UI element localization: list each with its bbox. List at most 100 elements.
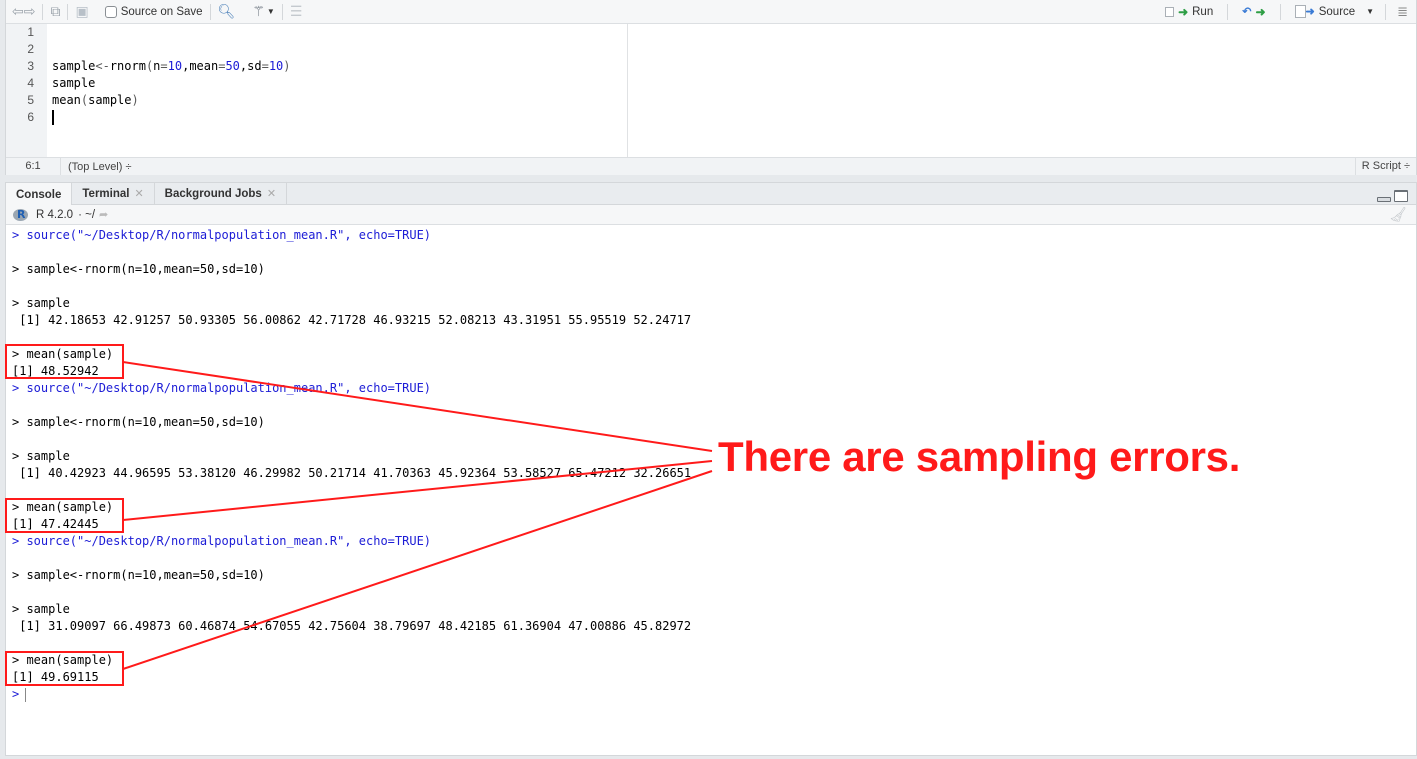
working-directory[interactable]: · ~/	[78, 209, 95, 221]
line-number: 1	[27, 25, 34, 39]
source-button[interactable]: ➜ Source	[1292, 5, 1359, 18]
magnifier-icon[interactable]: 🔍︎	[218, 3, 236, 21]
tab-console[interactable]: Console	[6, 183, 73, 206]
chevron-down-icon[interactable]: ▼	[267, 3, 275, 21]
editor-toolbar: ⇦ ⇨ ⧉ ▣ Source on Save 🔍︎ ⚚ ▼ ☰ ➜ Run ↶ ➜	[6, 0, 1416, 24]
toolbar-divider	[1385, 3, 1387, 20]
rerun-button[interactable]: ↶ ➜	[1239, 5, 1268, 19]
code-line-current[interactable]	[52, 109, 627, 126]
source-on-save-toggle[interactable]: Source on Save	[104, 5, 203, 18]
console-echo-line: > source("~/Desktop/R/normalpopulation_m…	[12, 381, 432, 395]
console-command-line: > sample<-rnorm(n=10,mean=50,sd=10)	[12, 568, 265, 582]
tab-label: Console	[16, 188, 62, 201]
go-to-directory-icon[interactable]: ➦	[99, 208, 108, 221]
tab-label: Terminal	[82, 188, 130, 200]
console-command-line: > mean(sample)	[12, 500, 114, 514]
toolbar-divider	[67, 3, 69, 20]
text-cursor	[52, 110, 54, 125]
mean-output-line: [1] 47.42445	[12, 517, 99, 531]
console-command-line: > sample<-rnorm(n=10,mean=50,sd=10)	[12, 415, 265, 429]
mean-output-line: [1] 48.52942	[12, 364, 99, 378]
line-number: 3	[27, 59, 34, 73]
editor-status-bar: 6:1 (Top Level) ÷ R Script ÷	[6, 157, 1416, 175]
outline-icon[interactable]: ≣	[1397, 3, 1408, 21]
line-number: 2	[27, 42, 34, 56]
source-arrow-icon: ➜	[1305, 6, 1315, 18]
cursor-position: 6:1	[6, 158, 61, 175]
scope-selector[interactable]: (Top Level) ÷	[61, 161, 132, 173]
line-number: 6	[27, 110, 34, 124]
sample-output-line: [1] 31.09097 66.49873 60.46874 54.67055 …	[12, 619, 692, 633]
run-arrow-icon: ➜	[1178, 4, 1189, 19]
toolbar-divider	[42, 3, 44, 20]
r-version: R 4.2.0	[36, 208, 74, 221]
clear-console-broom-icon[interactable]: 🧹︎	[1389, 206, 1407, 223]
source-on-save-checkbox[interactable]	[104, 5, 117, 18]
document-icon	[1294, 5, 1306, 18]
run-button[interactable]: ➜ Run	[1162, 5, 1216, 19]
toolbar-divider	[96, 4, 98, 20]
source-dropdown-chevron-icon[interactable]: ▼	[1366, 3, 1374, 21]
toolbar-divider	[242, 4, 245, 20]
code-editor[interactable]: 1 2 3 4 5 6 sample<-rnorm(n=10,mean=50,s…	[6, 24, 1416, 157]
code-content[interactable]: sample<-rnorm(n=10,mean=50,sd=10) sample…	[52, 24, 627, 126]
r-logo-icon: R	[13, 208, 28, 221]
minimize-pane-icon[interactable]	[1377, 197, 1391, 202]
code-line[interactable]: mean(sample)	[52, 92, 627, 109]
console-prompt: >	[12, 687, 20, 701]
tab-label: Background Jobs	[164, 188, 262, 200]
annotation-label: There are sampling errors.	[718, 433, 1241, 480]
print-margin	[627, 24, 628, 157]
code-line[interactable]: sample<-rnorm(n=10,mean=50,sd=10)	[52, 58, 627, 75]
tab-background-jobs[interactable]: Background Jobs ✕	[155, 183, 288, 205]
rerun-icon: ↶	[1242, 6, 1252, 18]
line-number: 5	[27, 93, 34, 107]
run-label: Run	[1192, 5, 1214, 18]
save-icon[interactable]: ▣	[75, 3, 88, 21]
console-info-bar: R R 4.2.0 · ~/ ➦ 🧹︎	[6, 205, 1416, 225]
back-arrow-icon[interactable]: ⇦	[12, 3, 24, 21]
sample-output-line: [1] 42.18653 42.91257 50.93305 56.00862 …	[12, 313, 692, 327]
source-label: Source	[1318, 5, 1356, 18]
console-command-line: > sample<-rnorm(n=10,mean=50,sd=10)	[12, 262, 265, 276]
run-arrow-icon: ➜	[1255, 4, 1266, 19]
notebook-icon[interactable]: ☰	[290, 3, 303, 21]
maximize-pane-icon[interactable]	[1394, 190, 1408, 202]
file-type-selector[interactable]: R Script ÷	[1354, 158, 1416, 175]
console-echo-line: > source("~/Desktop/R/normalpopulation_m…	[12, 534, 432, 548]
forward-arrow-icon[interactable]: ⇨	[24, 3, 36, 21]
source-on-save-label: Source on Save	[120, 5, 203, 18]
editor-toolbar-right: ➜ Run ↶ ➜ ➜ Source ▼ ≣	[1162, 3, 1416, 21]
console-input-line[interactable]: >	[12, 686, 1416, 703]
source-editor-pane: ⇦ ⇨ ⧉ ▣ Source on Save 🔍︎ ⚚ ▼ ☰ ➜ Run ↶ ➜	[5, 0, 1417, 175]
code-line[interactable]	[52, 24, 627, 41]
close-icon[interactable]: ✕	[134, 183, 143, 205]
line-number: 4	[27, 76, 34, 90]
console-command-line: > sample	[12, 296, 70, 310]
console-tabbar: Console Terminal ✕ Background Jobs ✕	[6, 183, 1416, 206]
console-command-line: > mean(sample)	[12, 653, 114, 667]
magic-wand-icon[interactable]: ⚚	[252, 3, 265, 21]
toolbar-divider	[1279, 3, 1281, 20]
popout-icon[interactable]: ⧉	[50, 3, 60, 21]
close-icon[interactable]: ✕	[267, 183, 276, 205]
toolbar-divider	[1227, 3, 1229, 20]
tab-terminal[interactable]: Terminal ✕	[72, 183, 155, 205]
toolbar-divider	[281, 3, 283, 20]
line-number-gutter: 1 2 3 4 5 6	[6, 24, 47, 157]
pane-controls	[1377, 183, 1416, 204]
document-icon	[1165, 6, 1175, 17]
code-line[interactable]: sample	[52, 75, 627, 92]
code-line[interactable]	[52, 41, 627, 58]
console-echo-line: > source("~/Desktop/R/normalpopulation_m…	[12, 228, 432, 242]
toolbar-divider	[209, 3, 211, 20]
console-command-line: > sample	[12, 602, 70, 616]
